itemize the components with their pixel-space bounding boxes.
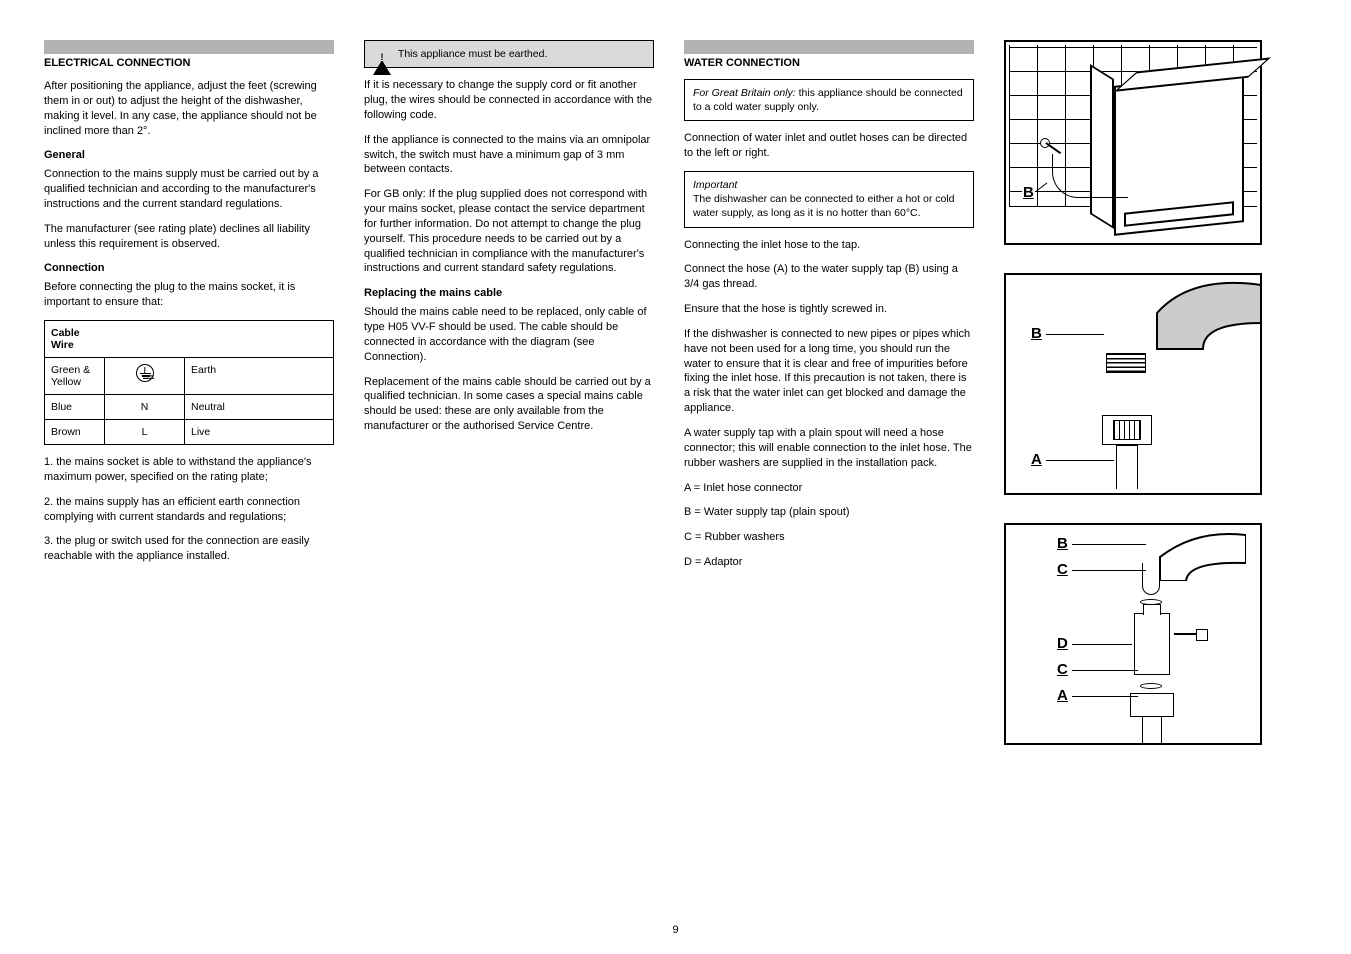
water-title: WATER CONNECTION [684,57,974,69]
washer-c-bottom [1140,683,1162,689]
omnipolar-text: If the appliance is connected to the mai… [364,133,654,178]
legend-b: B = Water supply tap (plain spout) [684,505,974,520]
warning-text: This appliance must be earthed. [398,47,644,61]
hose-a [1142,717,1162,743]
warning-icon: ! [373,47,391,61]
general-p1: Connection to the mains supply must be c… [44,167,334,212]
replace-cable-subhead: Replacing the mains cable [364,286,654,301]
table-header: Cable Wire [45,320,334,357]
connection-li2: 2. the mains supply has an efficient ear… [44,495,334,525]
wire-name: Neutral [185,394,334,419]
connection-li1: 1. the mains socket is able to withstand… [44,455,334,485]
wire-colour: Brown [45,419,105,444]
warning-box: ! This appliance must be earthed. [364,40,654,68]
wire-letter: N [105,394,185,419]
hose-nut [1102,415,1152,445]
inlet-connect-ab: Connect the hose (A) to the water supply… [684,262,974,292]
fig3-label-c2: C [1056,661,1069,678]
replace-cable-p2: Replacement of the mains cable should be… [364,375,654,434]
gb-only-text: For GB only: If the plug supplied does n… [364,187,654,276]
legend-a: A = Inlet hose connector [684,481,974,496]
fig2-label-b: B [1030,325,1043,342]
figure-tap-plain-spout: B C D C A [1004,523,1262,745]
connection-subhead: Connection [44,261,334,276]
general-p2: The manufacturer (see rating plate) decl… [44,222,334,252]
column-electrical: ELECTRICAL CONNECTION After positioning … [44,40,334,745]
tap-body-icon [1071,279,1261,359]
fig3-label-b: B [1056,535,1069,552]
earth-symbol-cell [105,357,185,394]
wire-name: Earth [185,357,334,394]
gb-cold-title: For Great Britain only: [693,87,796,99]
important-title: Important [693,179,737,191]
fig1-label-b: B [1022,184,1035,201]
column-electrical-2: ! This appliance must be earthed. If it … [364,40,654,745]
fig3-label-c1: C [1056,561,1069,578]
wire-colour-table: Cable Wire Green & Yellow Earth Blue N N… [44,320,334,445]
fig3-label-d: D [1056,635,1069,652]
legend-d: D = Adaptor [684,555,974,570]
fig3-label-a: A [1056,687,1069,704]
cord-change-text: If it is necessary to change the supply … [364,78,654,123]
table-row: Brown L Live [45,419,334,444]
hot-limit-body: The dishwasher can be connected to eithe… [693,193,955,219]
hose-a [1116,445,1138,489]
adaptor-screw [1174,633,1200,635]
figure-tap-threaded: B A [1004,273,1262,495]
column-water: WATER CONNECTION For Great Britain only:… [684,40,974,745]
fig2-label-a: A [1030,451,1043,468]
adaptor-d [1134,613,1170,675]
electrical-title: ELECTRICAL CONNECTION [44,57,334,69]
inlet-connect-intro: Connecting the inlet hose to the tap. [684,238,974,253]
table-row: Blue N Neutral [45,394,334,419]
table-row: Green & Yellow Earth [45,357,334,394]
replace-cable-p1: Should the mains cable need to be replac… [364,305,654,364]
section-bar [44,40,334,54]
earth-icon [136,364,154,382]
wire-name: Live [185,419,334,444]
positioning-text: After positioning the appliance, adjust … [44,79,334,138]
gb-cold-box: For Great Britain only: this appliance s… [684,79,974,121]
page-columns: ELECTRICAL CONNECTION After positioning … [44,40,1307,745]
connection-li3: 3. the plug or switch used for the conne… [44,534,334,564]
column-figures: B B A [1004,40,1264,745]
wire-colour: Blue [45,394,105,419]
flush-text: If the dishwasher is connected to new pi… [684,327,974,416]
hot-limit-box: Important The dishwasher can be connecte… [684,171,974,228]
hose-direction-text: Connection of water inlet and outlet hos… [684,131,974,161]
page-number: 9 [672,924,678,936]
figure-dishwasher-install: B [1004,40,1262,245]
section-bar [684,40,974,54]
wire-letter: L [105,419,185,444]
wire-colour: Green & Yellow [45,357,105,394]
tap-thread [1106,353,1146,373]
tighten-text: Ensure that the hose is tightly screwed … [684,302,974,317]
plain-spout-text: A water supply tap with a plain spout wi… [684,426,974,471]
connection-intro: Before connecting the plug to the mains … [44,280,334,310]
general-subhead: General [44,148,334,163]
legend-c: C = Rubber washers [684,530,974,545]
